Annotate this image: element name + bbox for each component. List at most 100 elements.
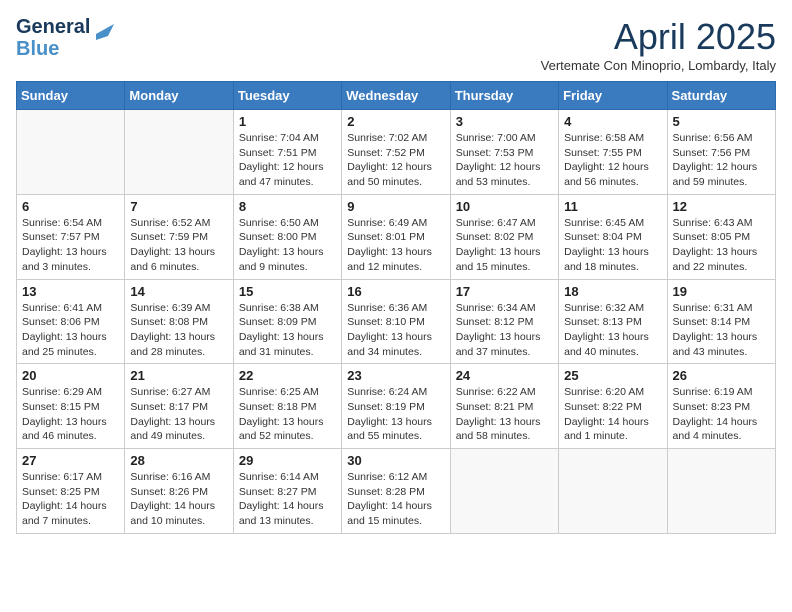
day-number: 7 [130, 199, 227, 214]
day-number: 4 [564, 114, 661, 129]
logo-general: General [16, 16, 90, 38]
day-number: 16 [347, 284, 444, 299]
day-number: 11 [564, 199, 661, 214]
logo-area: General Blue [16, 16, 114, 60]
day-number: 21 [130, 368, 227, 383]
calendar-cell: 23 Sunrise: 6:24 AMSunset: 8:19 PMDayligh… [342, 364, 450, 449]
day-info: Sunrise: 6:16 AMSunset: 8:26 PMDaylight:… [130, 470, 227, 529]
day-info: Sunrise: 6:54 AMSunset: 7:57 PMDaylight:… [22, 216, 119, 275]
day-of-week-header: Saturday [667, 82, 775, 110]
calendar-cell: 19Sunrise: 6:31 AMSunset: 8:14 PMDayligh… [667, 279, 775, 364]
calendar-cell: 2Sunrise: 7:02 AMSunset: 7:52 PMDaylight… [342, 110, 450, 195]
day-of-week-header: Tuesday [233, 82, 341, 110]
calendar-cell: 3Sunrise: 7:00 AMSunset: 7:53 PMDaylight… [450, 110, 558, 195]
calendar-cell: 14 Sunrise: 6:39 AMSunset: 8:08 PMDayligh… [125, 279, 233, 364]
logo-bird-icon [92, 20, 114, 48]
day-info: Sunrise: 6:38 AMSunset: 8:09 PMDaylight:… [239, 301, 336, 360]
calendar-cell: 30 Sunrise: 6:12 AMSunset: 8:28 PMDayligh… [342, 449, 450, 534]
day-info: Sunrise: 6:12 AMSunset: 8:28 PMDaylight:… [347, 470, 444, 529]
calendar-cell [450, 449, 558, 534]
calendar-title: April 2025 [541, 16, 776, 58]
calendar-cell: 7 Sunrise: 6:52 AMSunset: 7:59 PMDaylight… [125, 194, 233, 279]
day-number: 15 [239, 284, 336, 299]
day-number: 19 [673, 284, 770, 299]
calendar-cell: 22 Sunrise: 6:25 AMSunset: 8:18 PMDayligh… [233, 364, 341, 449]
day-info: Sunrise: 6:32 AMSunset: 8:13 PMDaylight:… [564, 301, 661, 360]
day-info: Sunrise: 6:43 AMSunset: 8:05 PMDaylight:… [673, 216, 770, 275]
day-info: Sunrise: 6:41 AMSunset: 8:06 PMDaylight:… [22, 301, 119, 360]
calendar-week-row: 20 Sunrise: 6:29 AMSunset: 8:15 PMDayligh… [17, 364, 776, 449]
calendar-cell: 6Sunrise: 6:54 AMSunset: 7:57 PMDaylight… [17, 194, 125, 279]
calendar-cell: 16 Sunrise: 6:36 AMSunset: 8:10 PMDayligh… [342, 279, 450, 364]
day-number: 13 [22, 284, 119, 299]
day-info: Sunrise: 6:56 AMSunset: 7:56 PMDaylight:… [673, 131, 770, 190]
day-info: Sunrise: 6:50 AMSunset: 8:00 PMDaylight:… [239, 216, 336, 275]
day-info: Sunrise: 6:14 AMSunset: 8:27 PMDaylight:… [239, 470, 336, 529]
calendar-subtitle: Vertemate Con Minoprio, Lombardy, Italy [541, 58, 776, 73]
day-info: Sunrise: 6:20 AMSunset: 8:22 PMDaylight:… [564, 385, 661, 444]
day-number: 27 [22, 453, 119, 468]
day-of-week-header: Thursday [450, 82, 558, 110]
day-info: Sunrise: 6:24 AMSunset: 8:19 PMDaylight:… [347, 385, 444, 444]
day-info: Sunrise: 6:34 AMSunset: 8:12 PMDaylight:… [456, 301, 553, 360]
calendar-cell: 11 Sunrise: 6:45 AMSunset: 8:04 PMDayligh… [559, 194, 667, 279]
day-number: 18 [564, 284, 661, 299]
day-info: Sunrise: 6:29 AMSunset: 8:15 PMDaylight:… [22, 385, 119, 444]
day-info: Sunrise: 6:22 AMSunset: 8:21 PMDaylight:… [456, 385, 553, 444]
calendar-cell: 18 Sunrise: 6:32 AMSunset: 8:13 PMDayligh… [559, 279, 667, 364]
day-of-week-header: Sunday [17, 82, 125, 110]
day-info: Sunrise: 6:52 AMSunset: 7:59 PMDaylight:… [130, 216, 227, 275]
calendar-header: SundayMondayTuesdayWednesdayThursdayFrid… [17, 82, 776, 110]
page-header: General Blue April 2025 Vertemate Con Mi… [16, 16, 776, 73]
calendar-cell: 20 Sunrise: 6:29 AMSunset: 8:15 PMDayligh… [17, 364, 125, 449]
day-info: Sunrise: 6:25 AMSunset: 8:18 PMDaylight:… [239, 385, 336, 444]
day-info: Sunrise: 6:39 AMSunset: 8:08 PMDaylight:… [130, 301, 227, 360]
calendar-body: 1Sunrise: 7:04 AMSunset: 7:51 PMDaylight… [17, 110, 776, 534]
calendar-cell [125, 110, 233, 195]
day-of-week-header: Wednesday [342, 82, 450, 110]
calendar-table: SundayMondayTuesdayWednesdayThursdayFrid… [16, 81, 776, 534]
day-number: 1 [239, 114, 336, 129]
day-number: 23 [347, 368, 444, 383]
day-number: 24 [456, 368, 553, 383]
day-number: 2 [347, 114, 444, 129]
calendar-cell: 28 Sunrise: 6:16 AMSunset: 8:26 PMDayligh… [125, 449, 233, 534]
calendar-cell [559, 449, 667, 534]
day-number: 29 [239, 453, 336, 468]
day-number: 14 [130, 284, 227, 299]
calendar-cell: 26Sunrise: 6:19 AMSunset: 8:23 PMDayligh… [667, 364, 775, 449]
calendar-cell: 13 Sunrise: 6:41 AMSunset: 8:06 PMDayligh… [17, 279, 125, 364]
day-number: 12 [673, 199, 770, 214]
calendar-cell: 27 Sunrise: 6:17 AMSunset: 8:25 PMDayligh… [17, 449, 125, 534]
calendar-cell: 25 Sunrise: 6:20 AMSunset: 8:22 PMDayligh… [559, 364, 667, 449]
calendar-cell: 1Sunrise: 7:04 AMSunset: 7:51 PMDaylight… [233, 110, 341, 195]
day-number: 5 [673, 114, 770, 129]
day-info: Sunrise: 6:58 AMSunset: 7:55 PMDaylight:… [564, 131, 661, 190]
day-number: 28 [130, 453, 227, 468]
calendar-week-row: 13 Sunrise: 6:41 AMSunset: 8:06 PMDayligh… [17, 279, 776, 364]
day-number: 10 [456, 199, 553, 214]
calendar-week-row: 27 Sunrise: 6:17 AMSunset: 8:25 PMDayligh… [17, 449, 776, 534]
day-info: Sunrise: 6:47 AMSunset: 8:02 PMDaylight:… [456, 216, 553, 275]
day-number: 8 [239, 199, 336, 214]
day-info: Sunrise: 6:19 AMSunset: 8:23 PMDaylight:… [673, 385, 770, 444]
day-info: Sunrise: 6:27 AMSunset: 8:17 PMDaylight:… [130, 385, 227, 444]
day-number: 30 [347, 453, 444, 468]
calendar-cell: 17Sunrise: 6:34 AMSunset: 8:12 PMDayligh… [450, 279, 558, 364]
calendar-cell: 5 Sunrise: 6:56 AMSunset: 7:56 PMDaylight… [667, 110, 775, 195]
day-number: 3 [456, 114, 553, 129]
day-info: Sunrise: 6:36 AMSunset: 8:10 PMDaylight:… [347, 301, 444, 360]
logo-blue: Blue [16, 38, 59, 60]
calendar-cell: 8 Sunrise: 6:50 AMSunset: 8:00 PMDaylight… [233, 194, 341, 279]
day-of-week-header: Friday [559, 82, 667, 110]
day-number: 22 [239, 368, 336, 383]
calendar-cell: 12 Sunrise: 6:43 AMSunset: 8:05 PMDayligh… [667, 194, 775, 279]
day-info: Sunrise: 6:17 AMSunset: 8:25 PMDaylight:… [22, 470, 119, 529]
title-block: April 2025 Vertemate Con Minoprio, Lomba… [541, 16, 776, 73]
calendar-cell [667, 449, 775, 534]
day-number: 25 [564, 368, 661, 383]
day-number: 20 [22, 368, 119, 383]
calendar-cell: 21 Sunrise: 6:27 AMSunset: 8:17 PMDayligh… [125, 364, 233, 449]
calendar-cell: 9Sunrise: 6:49 AMSunset: 8:01 PMDaylight… [342, 194, 450, 279]
day-info: Sunrise: 6:45 AMSunset: 8:04 PMDaylight:… [564, 216, 661, 275]
